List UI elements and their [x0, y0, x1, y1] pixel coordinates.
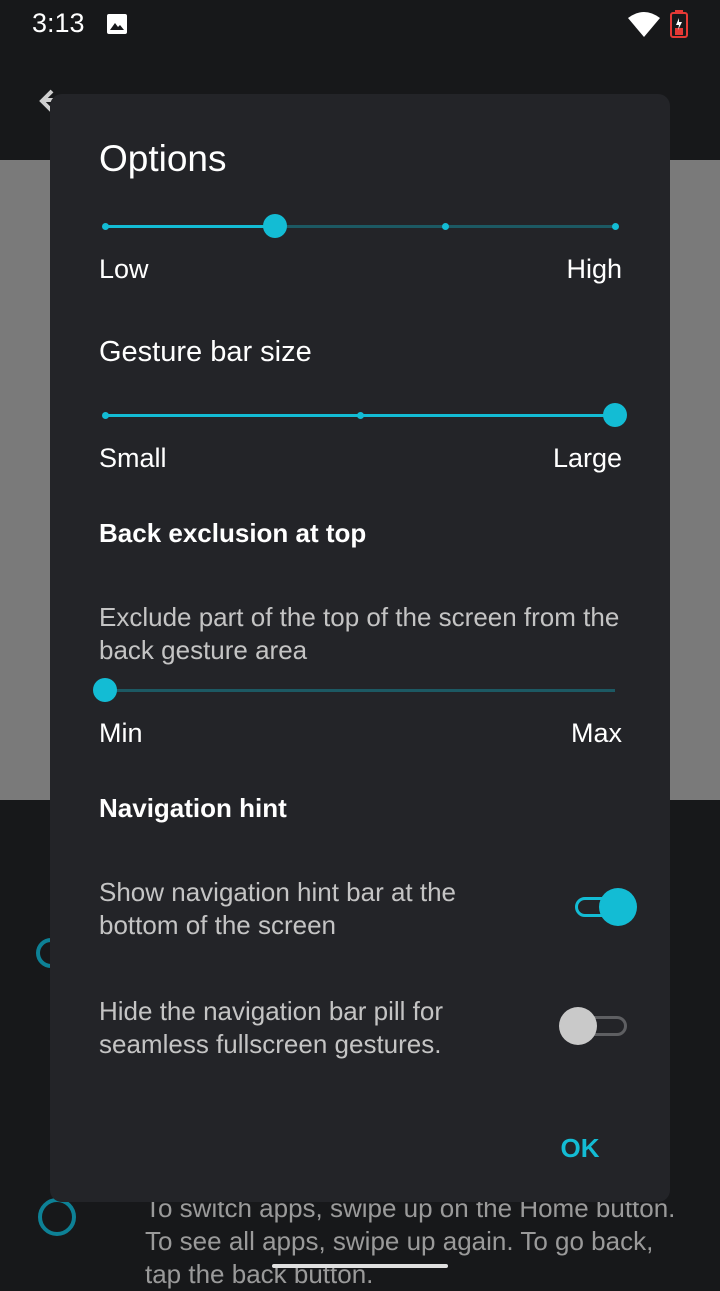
slider-tick	[611, 223, 619, 230]
slider-thumb[interactable]	[93, 678, 117, 702]
ok-button[interactable]: OK	[550, 1130, 610, 1166]
gesture-bar-size-slider[interactable]	[101, 400, 627, 430]
status-time: 3:13	[32, 8, 85, 38]
sensitivity-max-label: High	[566, 254, 622, 284]
dialog-title: Options	[99, 138, 227, 179]
sensitivity-min-label: Low	[99, 254, 149, 284]
wifi-icon	[628, 12, 660, 43]
slider-thumb[interactable]	[603, 403, 627, 427]
hide-pill-label: Hide the navigation bar pill for seamles…	[99, 996, 443, 1059]
navigation-hint-heading: Navigation hint	[99, 793, 287, 823]
slider-fill	[105, 225, 275, 228]
slider-track	[105, 689, 615, 692]
sensitivity-slider[interactable]	[101, 211, 619, 241]
hide-pill-toggle[interactable]	[559, 1006, 627, 1046]
navigation-mode-radio[interactable]	[38, 1198, 76, 1236]
image-notification-icon	[106, 13, 128, 40]
show-hint-label: Show navigation hint bar at the bottom o…	[99, 877, 457, 940]
back-exclusion-description: Exclude part of the top of the screen fr…	[99, 602, 620, 665]
exclusion-min-label: Min	[99, 718, 143, 748]
status-bar: 3:13	[0, 0, 720, 50]
navigation-mode-description: To switch apps, swipe up on the Home but…	[145, 1193, 676, 1289]
options-dialog: Options Low High Gesture bar size Small …	[50, 94, 670, 1202]
slider-tick	[356, 412, 364, 419]
toggle-thumb	[559, 1007, 597, 1045]
back-exclusion-heading: Back exclusion at top	[99, 518, 367, 548]
slider-thumb[interactable]	[263, 214, 287, 238]
back-exclusion-slider[interactable]	[93, 675, 615, 705]
gesture-home-pill[interactable]	[272, 1264, 448, 1268]
toggle-thumb	[599, 888, 637, 926]
battery-icon	[670, 10, 688, 43]
slider-tick	[101, 412, 109, 419]
gesture-bar-size-heading: Gesture bar size	[99, 336, 312, 368]
exclusion-max-label: Max	[570, 718, 622, 748]
size-max-label: Large	[552, 443, 622, 473]
slider-tick	[101, 223, 109, 230]
size-min-label: Small	[99, 443, 167, 473]
slider-tick	[441, 223, 449, 230]
show-hint-toggle[interactable]	[573, 887, 639, 927]
